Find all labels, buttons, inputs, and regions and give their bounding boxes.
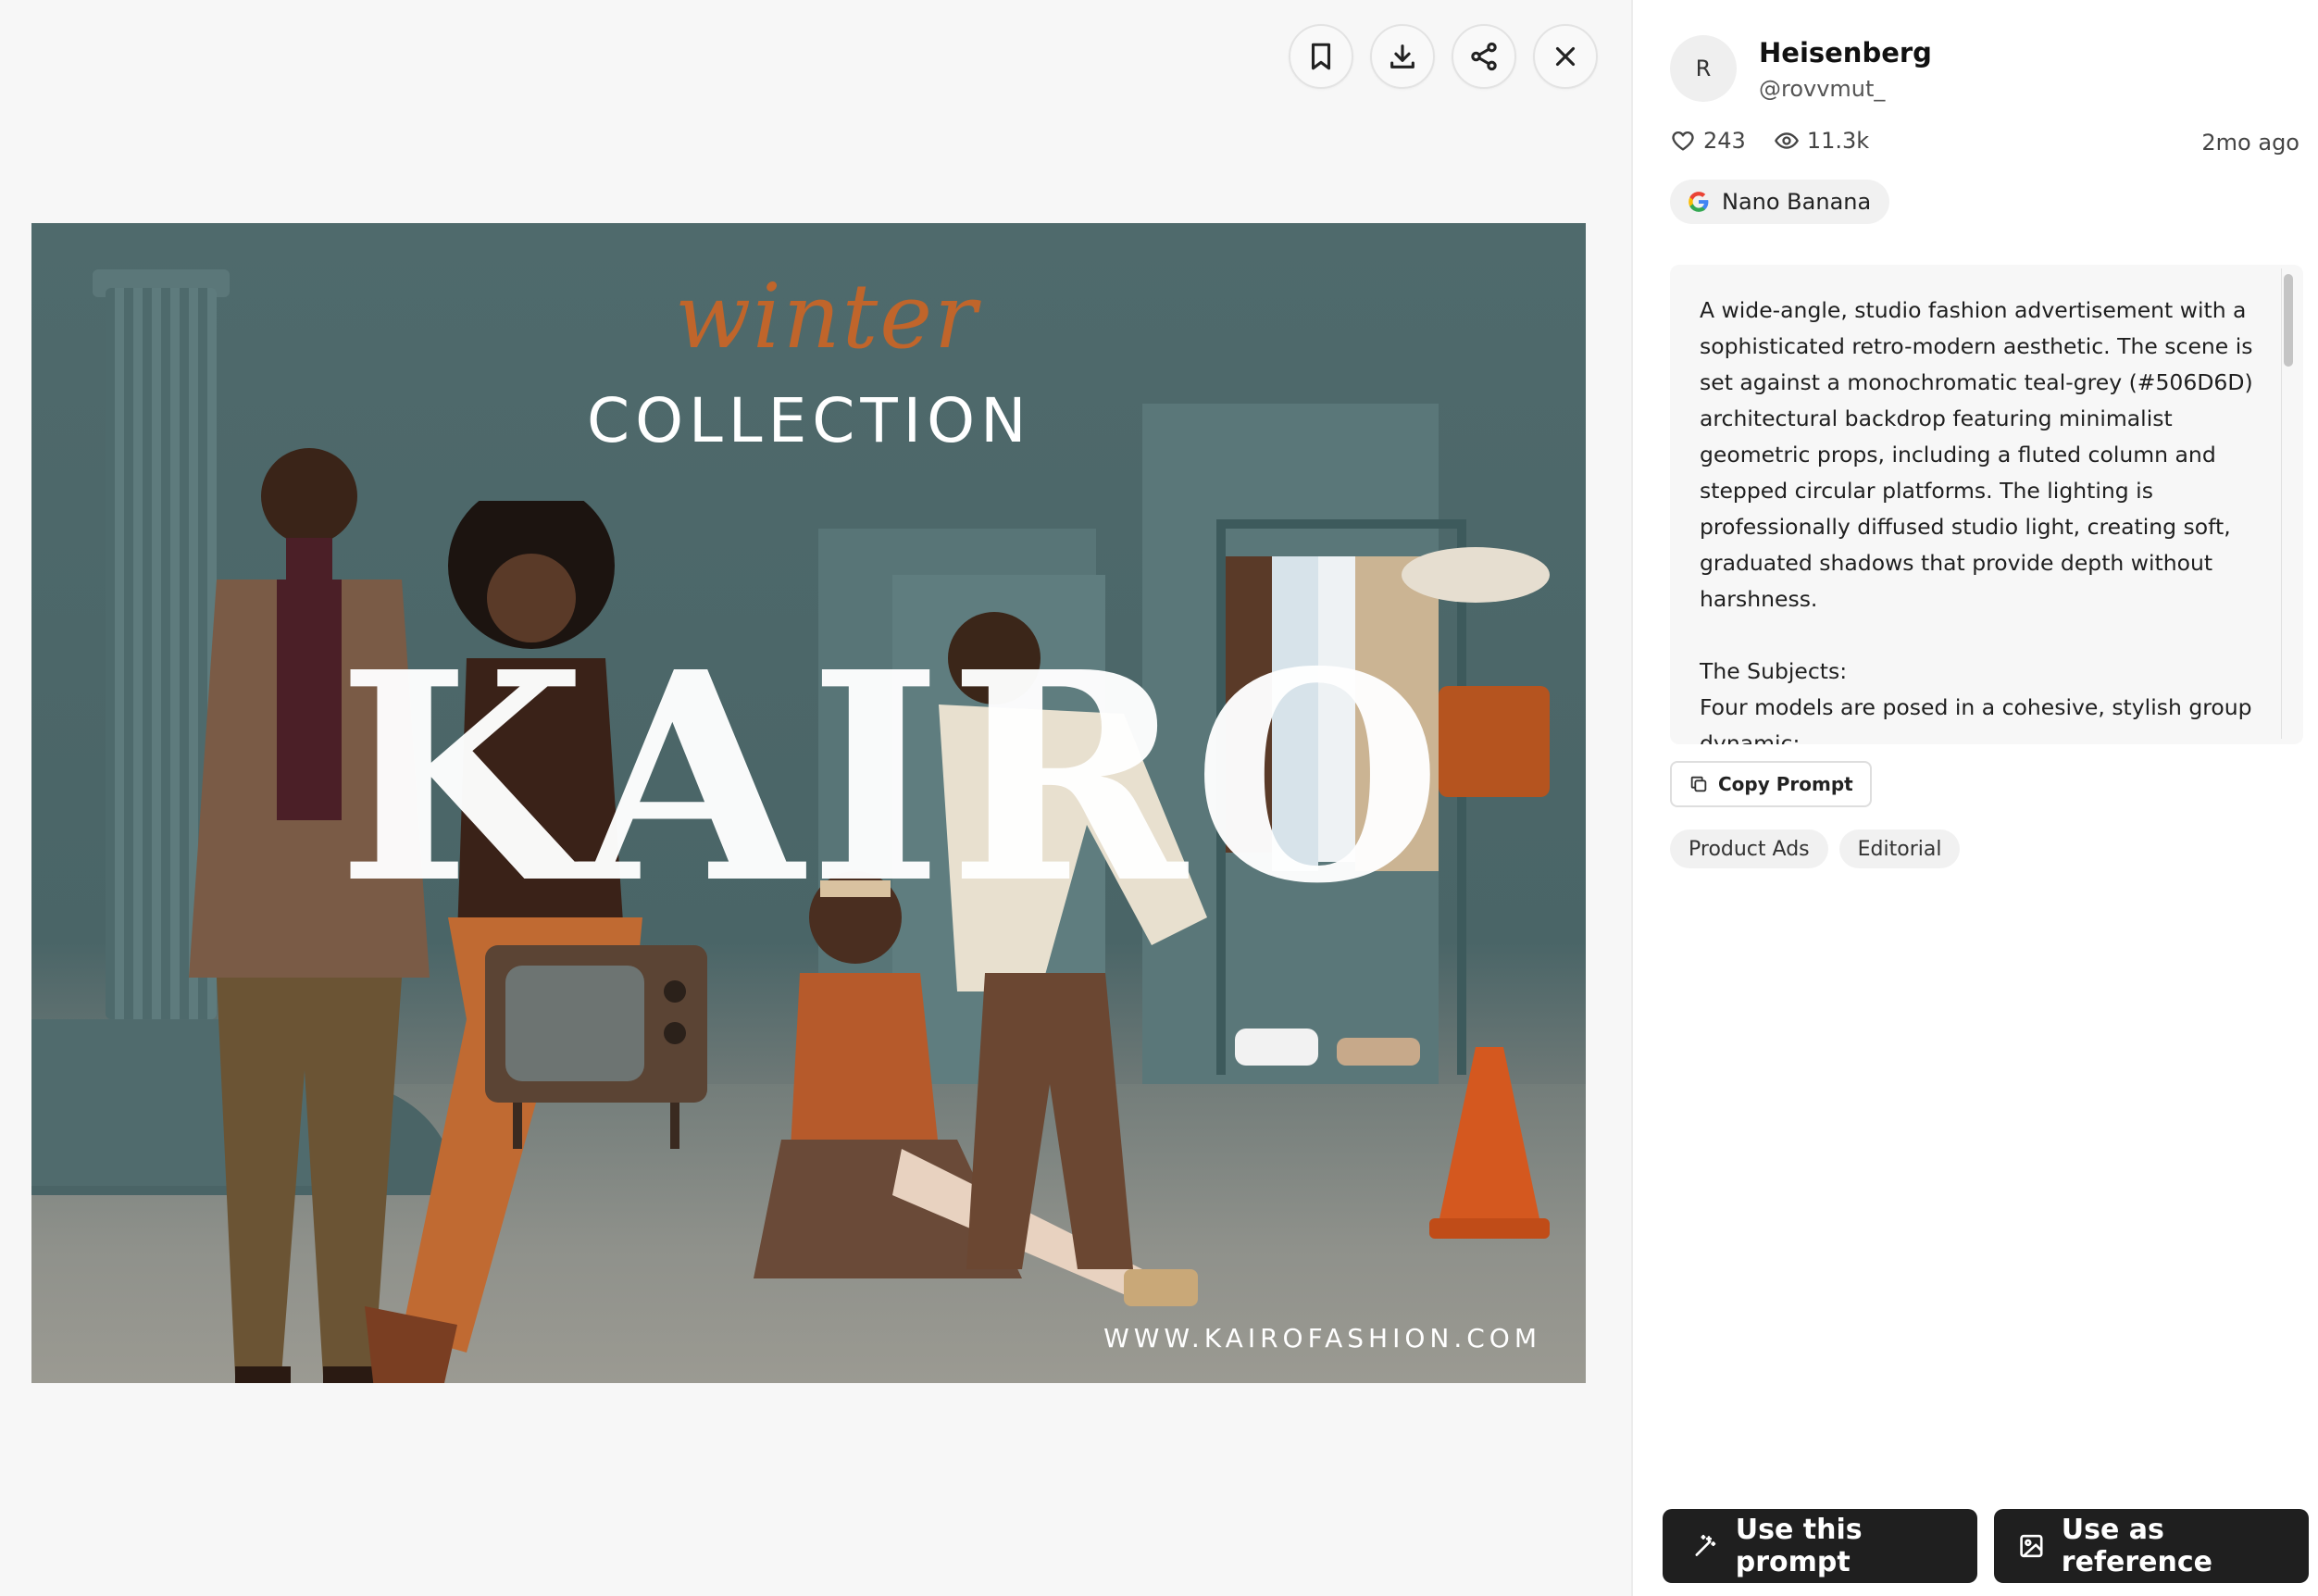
- image-viewer: winter COLLECTION KAIRO WWW.KAIROFASHION…: [0, 0, 1631, 1596]
- tag-chip[interactable]: Editorial: [1838, 829, 1961, 868]
- generated-image[interactable]: winter COLLECTION KAIRO WWW.KAIROFASHION…: [31, 223, 1586, 1383]
- use-prompt-button[interactable]: Use this prompt: [1663, 1509, 1977, 1583]
- bookmark-icon: [1311, 43, 1331, 70]
- poster-brand-wordmark: KAIRO: [337, 610, 1449, 947]
- likes-stat[interactable]: 243: [1670, 128, 1746, 154]
- views-stat: 11.3k: [1774, 128, 1869, 154]
- author-name[interactable]: Heisenberg: [1759, 37, 1932, 69]
- prompt-box[interactable]: A wide-angle, studio fashion advertiseme…: [1670, 265, 2303, 744]
- app: winter COLLECTION KAIRO WWW.KAIROFASHION…: [0, 0, 2318, 1596]
- tag-chip[interactable]: Product Ads: [1670, 829, 1828, 868]
- model-badge[interactable]: Nano Banana: [1670, 180, 1890, 224]
- download-button[interactable]: [1370, 24, 1435, 89]
- prompt-scrollbar[interactable]: [2281, 268, 2294, 739]
- heart-icon: [1672, 131, 1694, 151]
- use-prompt-label: Use this prompt: [1735, 1514, 1863, 1578]
- copy-prompt-button[interactable]: Copy Prompt: [1670, 761, 1872, 807]
- use-as-reference-label: Use as reference: [2061, 1514, 2212, 1578]
- avatar[interactable]: R: [1670, 35, 1737, 102]
- copy-prompt-label: Copy Prompt: [1718, 773, 1853, 795]
- poster-headline: COLLECTION: [587, 385, 1032, 456]
- share-icon: [1471, 42, 1497, 71]
- timestamp: 2mo ago: [2201, 130, 2299, 156]
- stats-row: 243 11.3k: [1670, 128, 1869, 154]
- eye-icon: [1774, 132, 1799, 149]
- scrollbar-thumb[interactable]: [2284, 274, 2293, 367]
- model-name: Nano Banana: [1722, 189, 1872, 215]
- tag-list: Product Ads Editorial: [1670, 829, 1961, 868]
- close-icon: [1555, 46, 1576, 67]
- traffic-cone: [1429, 1047, 1550, 1239]
- author-handle[interactable]: @rovvmut_: [1759, 76, 1885, 102]
- copy-icon: [1690, 776, 1707, 792]
- google-logo-icon: [1689, 192, 1709, 212]
- use-as-reference-button[interactable]: Use as reference: [1994, 1509, 2309, 1583]
- likes-count: 243: [1703, 128, 1746, 154]
- download-icon: [1390, 44, 1414, 69]
- poster-website: WWW.KAIROFASHION.COM: [1103, 1323, 1541, 1353]
- viewer-toolbar: [1289, 24, 1598, 89]
- share-button[interactable]: [1452, 24, 1516, 89]
- details-panel: R Heisenberg @rovvmut_ 243 11.3k 2mo ago…: [1631, 0, 2318, 1596]
- magic-wand-icon: [1695, 1534, 1716, 1556]
- vintage-television: [485, 945, 707, 1149]
- bookmark-button[interactable]: [1289, 24, 1353, 89]
- action-bar: Use this prompt Use as reference: [1663, 1509, 2309, 1583]
- views-count: 11.3k: [1806, 128, 1870, 154]
- close-button[interactable]: [1533, 24, 1598, 89]
- prompt-text: A wide-angle, studio fashion advertiseme…: [1700, 297, 2253, 744]
- image-icon: [2020, 1534, 2043, 1558]
- poster-script-headline: winter: [675, 265, 978, 368]
